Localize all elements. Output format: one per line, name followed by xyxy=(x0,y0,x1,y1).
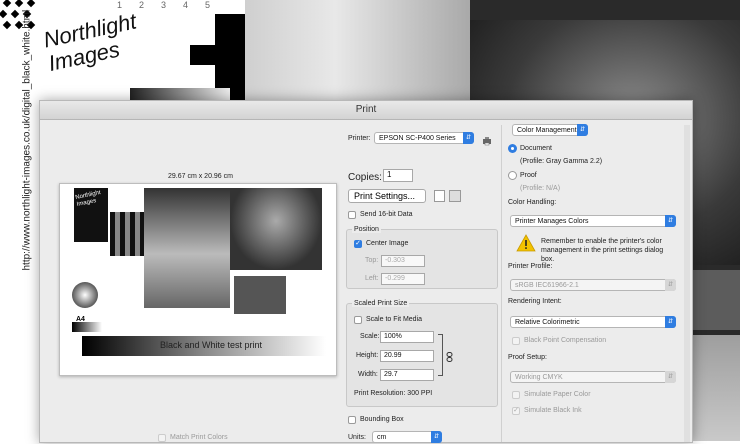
warning-icon xyxy=(516,234,536,252)
print-resolution: Print Resolution: 300 PPI xyxy=(354,390,433,397)
simulate-paper-checkbox[interactable] xyxy=(512,391,520,399)
proof-profile: (Profile: N/A) xyxy=(520,185,561,192)
scale-label: Scale: xyxy=(360,333,380,340)
orientation-landscape-icon[interactable] xyxy=(449,190,461,202)
color-handling-label: Color Handling: xyxy=(508,199,557,206)
number-5: 5 xyxy=(205,0,211,10)
background-url-text: http://www.northlight-images.co.uk/digit… xyxy=(21,9,33,271)
print-preview: Northlight Images A4 Black and White tes… xyxy=(59,183,337,376)
chevron-down-icon: ⇵ xyxy=(431,431,442,443)
print-settings-button[interactable]: Print Settings... xyxy=(348,189,426,203)
rendering-intent-select[interactable]: Relative Colorimetric ⇵ xyxy=(510,316,676,328)
scrollbar[interactable] xyxy=(684,125,690,442)
chevron-down-icon: ⇵ xyxy=(665,215,676,227)
document-radio[interactable] xyxy=(508,144,517,153)
height-input[interactable]: 20.99 xyxy=(380,350,434,362)
send16-checkbox[interactable] xyxy=(348,211,356,219)
top-label: Top: xyxy=(365,257,379,264)
orientation-portrait-icon[interactable] xyxy=(434,190,445,202)
document-label: Document xyxy=(520,145,552,152)
number-2: 2 xyxy=(139,0,145,10)
preview-size-text: 29.67 cm x 20.96 cm xyxy=(168,173,233,180)
scale-to-fit-label: Scale to Fit Media xyxy=(366,316,423,323)
rendering-intent-label: Rendering Intent: xyxy=(508,298,562,305)
color-handling-value: Printer Manages Colors xyxy=(515,218,589,225)
proof-radio[interactable] xyxy=(508,171,517,180)
chevron-down-icon: ⇵ xyxy=(665,316,676,328)
scale-to-fit-checkbox[interactable] xyxy=(354,316,362,324)
simulate-paper-label: Simulate Paper Color xyxy=(524,391,591,398)
number-1: 1 xyxy=(117,0,123,10)
width-label: Width: xyxy=(358,371,378,378)
warning-text: Remember to enable the printer's color m… xyxy=(541,238,664,263)
background-logo: Northlight Images xyxy=(41,8,138,98)
width-input[interactable]: 29.7 xyxy=(380,369,434,381)
scaled-print-size-title: Scaled Print Size xyxy=(352,300,410,307)
black-point-checkbox[interactable] xyxy=(512,337,520,345)
print-dialog: Print 29.67 cm x 20.96 cm Northlight Ima… xyxy=(39,100,693,443)
chevron-down-icon: ⇵ xyxy=(665,279,676,291)
bounding-box-label: Bounding Box xyxy=(360,416,404,423)
number-4: 4 xyxy=(183,0,189,10)
simulate-ink-label: Simulate Black Ink xyxy=(524,407,582,414)
units-label: Units: xyxy=(348,434,366,441)
black-point-label: Black Point Compensation xyxy=(524,337,607,344)
units-value: cm xyxy=(377,434,387,441)
top-input[interactable]: -0.303 xyxy=(381,255,425,267)
color-management-value: Color Management xyxy=(517,127,577,134)
number-3: 3 xyxy=(161,0,167,10)
center-image-label: Center Image xyxy=(366,240,409,247)
preview-tone-ramp xyxy=(72,322,102,332)
center-image-checkbox[interactable]: ✓ xyxy=(354,240,362,248)
units-select[interactable]: cm ⇵ xyxy=(372,431,442,443)
printer-label: Printer: xyxy=(348,135,371,142)
proof-setup-select[interactable]: Working CMYK ⇵ xyxy=(510,371,676,383)
link-icon[interactable] xyxy=(446,349,453,362)
preview-photo xyxy=(144,188,230,308)
position-title: Position xyxy=(352,226,381,233)
preview-caption: Black and White test print xyxy=(160,340,263,350)
printer-profile-value: sRGB IEC61966-2.1 xyxy=(515,282,579,289)
copies-label: Copies: xyxy=(348,172,382,183)
color-handling-select[interactable]: Printer Manages Colors ⇵ xyxy=(510,215,676,227)
scale-input[interactable]: 100% xyxy=(380,331,434,343)
preview-gradient-disc xyxy=(72,282,98,308)
height-label: Height: xyxy=(356,352,379,359)
preview-photo xyxy=(230,188,322,270)
left-label: Left: xyxy=(365,275,379,282)
copies-input[interactable]: 1 xyxy=(383,169,413,182)
background-gradient-photo xyxy=(245,0,470,100)
proof-setup-label: Proof Setup: xyxy=(508,354,547,361)
chevron-down-icon: ⇵ xyxy=(665,371,676,383)
color-management-select[interactable]: Color Management ⇵ xyxy=(512,124,588,136)
gray-step-strip xyxy=(130,88,230,100)
proof-label: Proof xyxy=(520,172,537,179)
chevron-down-icon: ⇵ xyxy=(463,132,474,144)
rendering-intent-value: Relative Colorimetric xyxy=(515,319,580,326)
chevron-down-icon: ⇵ xyxy=(577,124,588,136)
printer-profile-select[interactable]: sRGB IEC61966-2.1 ⇵ xyxy=(510,279,676,291)
printer-select[interactable]: EPSON SC-P400 Series ⇵ xyxy=(374,132,474,144)
left-input[interactable]: -0.299 xyxy=(381,273,425,285)
link-bracket xyxy=(438,334,443,376)
dialog-title: Print xyxy=(40,101,692,120)
checker-pattern xyxy=(0,0,36,30)
printer-profile-label: Printer Profile: xyxy=(508,263,553,270)
bounding-box-checkbox[interactable] xyxy=(348,416,356,424)
document-profile: (Profile: Gray Gamma 2.2) xyxy=(520,158,603,165)
simulate-ink-checkbox[interactable]: ✓ xyxy=(512,407,520,415)
preview-photo xyxy=(234,276,286,314)
printer-icon[interactable] xyxy=(482,133,492,146)
send16-label: Send 16-bit Data xyxy=(360,211,413,218)
match-print-colors-label: Match Print Colors xyxy=(170,434,228,441)
proof-setup-value: Working CMYK xyxy=(515,374,563,381)
printer-value: EPSON SC-P400 Series xyxy=(379,135,456,142)
black-bar xyxy=(190,45,215,65)
